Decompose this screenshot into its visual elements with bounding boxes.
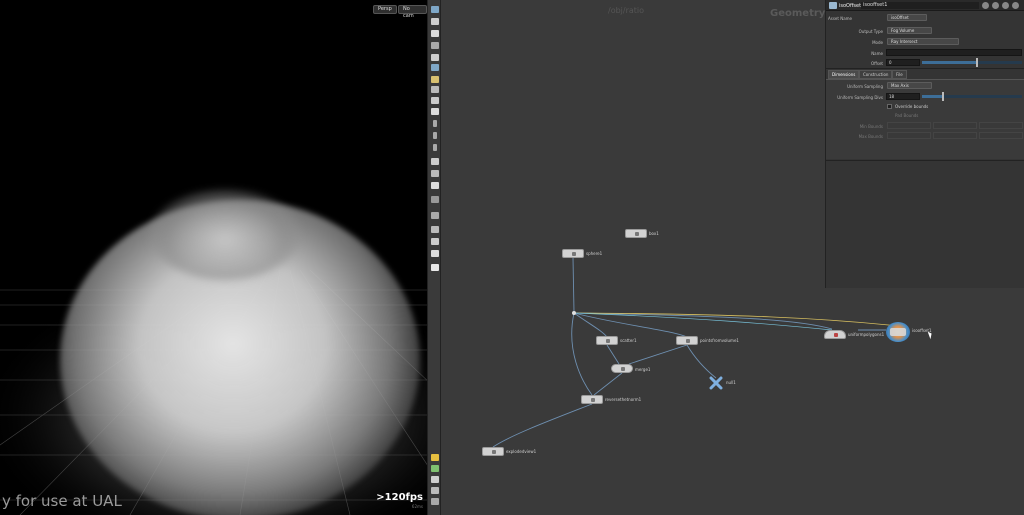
offset-field[interactable]: 0 [886,59,920,66]
shading-icon[interactable] [431,86,439,93]
camera-icon[interactable] [431,108,439,115]
node-label-uniformpolygons1: uniformpolygons1 [848,332,885,337]
name-label: Name [871,51,883,56]
wire-junction-dot[interactable] [572,311,576,315]
max-bounds-z[interactable] [979,132,1023,139]
node-label-box1: box1 [649,231,659,236]
clip-icon[interactable] [431,196,439,203]
gear-icon[interactable] [982,2,989,9]
help-icon[interactable] [992,2,999,9]
min-bounds-y[interactable] [933,122,977,129]
persp-menu-button[interactable]: Persp [373,5,397,14]
viewport-toolbar [427,0,441,515]
tab-construction[interactable]: Construction [859,70,893,79]
mode-dropdown[interactable]: Ray Intersect [887,38,959,45]
offset-slider[interactable] [922,58,1022,67]
node-uniformpolygons1[interactable] [824,330,846,339]
normal-icon[interactable] [431,158,439,165]
uniform-sampling-dropdown[interactable]: Max Axis [887,82,932,89]
primitive-icon[interactable] [433,144,437,151]
background-icon[interactable] [431,487,439,494]
ghost-icon[interactable] [431,42,439,49]
render-region-icon[interactable] [431,465,439,472]
pin-icon[interactable] [1012,2,1019,9]
uniform-divs-slider[interactable] [922,92,1022,101]
handle-tool-icon[interactable] [431,18,439,25]
snap-icon[interactable] [431,54,439,61]
uniform-divs-label: Uniform Sampling Divs [837,95,883,100]
light-icon[interactable] [431,76,439,83]
select-tool-icon[interactable] [431,6,439,13]
template-icon[interactable] [431,182,439,189]
node-label-reversethetnorm1: reversethetnorm1 [605,397,642,402]
pad-bounds-label: Pad Bounds [895,113,919,118]
fog-volume-top [150,190,300,280]
override-bounds-checkbox[interactable] [887,104,892,109]
node-label-null1: null1 [726,380,736,385]
node-reversethetnorm1[interactable] [581,395,603,404]
viewport-options-icon[interactable] [431,476,439,483]
node-pointsfromvolume1[interactable] [676,336,698,345]
info-icon[interactable] [1002,2,1009,9]
node-label-pointsfromvolume1: pointsfromvolume1 [700,338,739,343]
mode-label: Mode [872,40,883,45]
parameter-header: isoOffset isooffset1 [826,0,1024,11]
point-icon[interactable] [433,120,437,127]
parameter-panel: isoOffset isooffset1 Asset Name isoOffse… [825,0,1024,288]
null-icon [709,376,723,390]
node-null1[interactable] [709,376,723,390]
lock-icon[interactable] [431,30,439,37]
stereo-icon[interactable] [431,498,439,505]
tab-dimensions[interactable]: Dimensions [828,70,860,79]
scene-viewport[interactable]: Persp No cam y for use at UAL >120fps 62… [0,0,427,515]
camera-menu-button[interactable]: No cam [398,5,427,19]
isooffset1-node-body [890,328,906,336]
min-bounds-label: Min Bounds [859,124,883,129]
watermark-text: y for use at UAL [2,492,122,510]
name-field[interactable] [886,49,1022,56]
node-type-icon [829,2,837,9]
frame-time-readout: 62ms [411,504,423,509]
node-sphere1[interactable] [562,249,584,258]
node-scatter1[interactable] [596,336,618,345]
max-bounds-label: Max Bounds [858,134,883,139]
node-label-sphere1: sphere1 [586,251,603,256]
render-icon[interactable] [431,264,439,271]
output-type-dropdown[interactable]: Fog Volume [887,27,932,34]
node-explodedview1[interactable] [482,447,504,456]
asset-name-dropdown[interactable]: isoOffset [887,14,927,21]
node-box1[interactable] [625,229,647,238]
edge-icon[interactable] [433,132,437,139]
panel-bottom-divider [826,160,1024,161]
asset-name-label: Asset Name [828,16,853,21]
fps-readout: >120fps [376,492,423,503]
override-bounds-label: Override bounds [895,104,929,109]
node-label-merge1: merge1 [635,367,651,372]
node-type-label: isoOffset [839,3,862,9]
layout-icon[interactable] [431,250,439,257]
visualize-icon[interactable] [431,238,439,245]
max-bounds-x[interactable] [887,132,931,139]
grid-snap-icon[interactable] [431,64,439,71]
uniform-divs-field[interactable]: 18 [886,93,920,100]
view-icon[interactable] [431,226,439,233]
node-label-scatter1: scatter1 [620,338,637,343]
node-label-explodedview1: explodedview1 [506,449,537,454]
uniform-sampling-label: Uniform Sampling [847,84,883,89]
vertex-icon[interactable] [431,170,439,177]
offset-label: Offset [870,61,883,66]
max-bounds-y[interactable] [933,132,977,139]
node-merge1[interactable] [611,364,633,373]
section-divider [826,68,1024,69]
flipbook-icon[interactable] [431,454,439,461]
display-icon[interactable] [431,97,439,104]
tab-content [826,79,1024,159]
output-type-label: Output Type [858,29,883,34]
min-bounds-x[interactable] [887,122,931,129]
measure-icon[interactable] [431,212,439,219]
node-name-field[interactable]: isooffset1 [861,2,979,9]
tab-file[interactable]: File [892,70,907,79]
min-bounds-z[interactable] [979,122,1023,129]
